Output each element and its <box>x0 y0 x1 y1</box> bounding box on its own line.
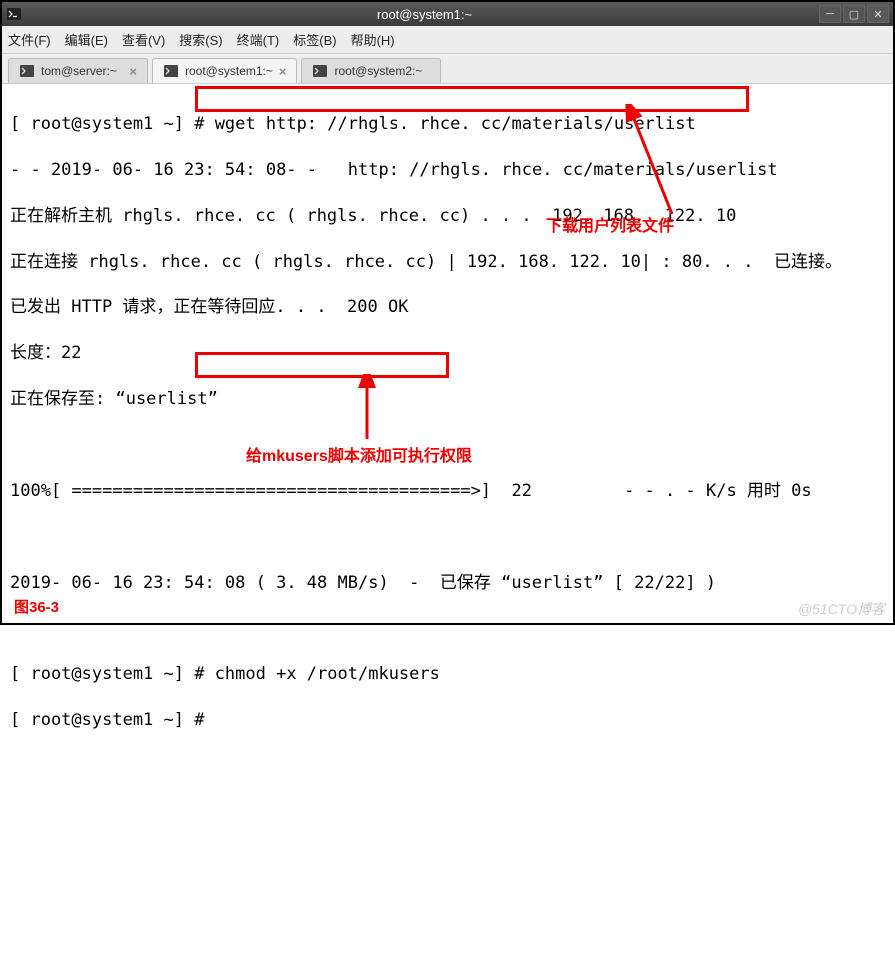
watermark: @51CTO博客 <box>798 599 885 619</box>
terminal-line: - - 2019- 06- 16 23: 54: 08- - http: //r… <box>10 159 885 182</box>
terminal-output[interactable]: [ root@system1 ~] # wget http: //rhgls. … <box>2 84 893 623</box>
annotation-box-wget <box>195 86 749 112</box>
tab-label: root@system1:~ <box>185 64 273 78</box>
close-icon[interactable]: × <box>279 64 287 79</box>
app-icon <box>6 6 30 22</box>
terminal-line: [ root@system1 ~] # chmod +x /root/mkuse… <box>10 663 885 686</box>
terminal-line: 已发出 HTTP 请求，正在等待回应. . . 200 OK <box>10 296 885 319</box>
minimize-button[interactable]: ─ <box>819 5 841 23</box>
terminal-line: 正在保存至: “userlist” <box>10 388 885 411</box>
menu-view[interactable]: 查看(V) <box>122 30 165 49</box>
terminal-line <box>10 434 885 457</box>
terminal-line <box>10 526 885 549</box>
terminal-line: [ root@system1 ~] # wget http: //rhgls. … <box>10 113 885 136</box>
menu-terminal[interactable]: 终端(T) <box>237 30 280 49</box>
maximize-button[interactable]: ▢ <box>843 5 865 23</box>
tab-tom-server[interactable]: tom@server:~ × <box>8 58 148 83</box>
menu-help[interactable]: 帮助(H) <box>351 30 395 49</box>
terminal-icon <box>6 6 22 22</box>
tab-label: root@system2:~ <box>334 64 422 78</box>
menu-file[interactable]: 文件(F) <box>8 30 51 49</box>
titlebar: root@system1:~ ─ ▢ ✕ <box>2 2 893 26</box>
figure-label: 图36-3 <box>14 596 59 617</box>
terminal-line: [ root@system1 ~] # <box>10 709 885 732</box>
tabbar: tom@server:~ × root@system1:~ × root@sys… <box>2 54 893 84</box>
menubar: 文件(F) 编辑(E) 查看(V) 搜索(S) 终端(T) 标签(B) 帮助(H… <box>2 26 893 54</box>
menu-search[interactable]: 搜索(S) <box>179 30 222 49</box>
window-controls: ─ ▢ ✕ <box>819 5 889 23</box>
terminal-icon <box>312 63 328 79</box>
tab-label: tom@server:~ <box>41 64 117 78</box>
terminal-line <box>10 618 885 641</box>
menu-edit[interactable]: 编辑(E) <box>65 30 108 49</box>
tab-root-system2[interactable]: root@system2:~ <box>301 58 441 83</box>
close-icon[interactable]: × <box>129 64 137 79</box>
terminal-line: 正在连接 rhgls. rhce. cc ( rhgls. rhce. cc) … <box>10 251 885 274</box>
terminal-line: 正在解析主机 rhgls. rhce. cc ( rhgls. rhce. cc… <box>10 205 885 228</box>
close-button[interactable]: ✕ <box>867 5 889 23</box>
terminal-line: 2019- 06- 16 23: 54: 08 ( 3. 48 MB/s) - … <box>10 572 885 595</box>
terminal-line: 100%[ ==================================… <box>10 480 885 503</box>
window-title: root@system1:~ <box>30 7 819 22</box>
terminal-icon <box>19 63 35 79</box>
tab-root-system1[interactable]: root@system1:~ × <box>152 58 297 83</box>
terminal-line: 长度：22 <box>10 342 885 365</box>
terminal-icon <box>163 63 179 79</box>
menu-tabs[interactable]: 标签(B) <box>293 30 336 49</box>
